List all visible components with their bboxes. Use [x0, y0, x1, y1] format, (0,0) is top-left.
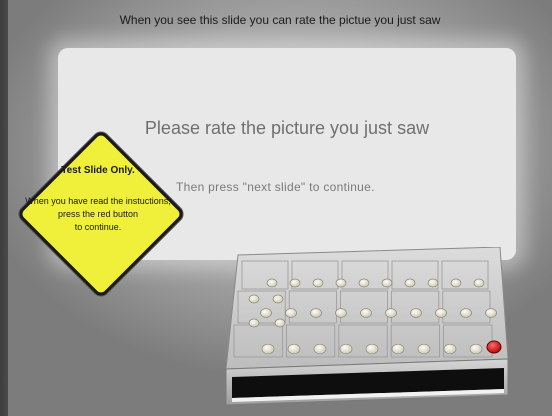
sign-line-3: to continue.: [74, 222, 122, 232]
warning-sign-text: Test Slide Only. When you have read the …: [18, 160, 178, 234]
screen-title: Please rate the picture you just saw: [144, 118, 430, 138]
keypad-button[interactable]: [248, 294, 260, 304]
sign-line-2: press the red button: [57, 209, 139, 219]
left-edge-strip: [0, 0, 8, 416]
keypad-button[interactable]: [335, 308, 347, 318]
keypad-button[interactable]: [381, 278, 393, 288]
keypad-button[interactable]: [410, 308, 422, 318]
keypad-button[interactable]: [260, 308, 272, 318]
keypad-button[interactable]: [435, 308, 447, 318]
keypad-button[interactable]: [358, 278, 370, 288]
keypad-button[interactable]: [427, 278, 439, 288]
keypad-button[interactable]: [391, 343, 405, 355]
keypad-button[interactable]: [460, 308, 472, 318]
keypad-button[interactable]: [417, 343, 431, 355]
sign-title: Test Slide Only.: [61, 165, 135, 176]
scene: When you see this slide you can rate the…: [8, 0, 552, 416]
keypad-button[interactable]: [360, 308, 372, 318]
keypad-button[interactable]: [485, 308, 497, 318]
keypad-device: [218, 247, 508, 405]
keypad-button[interactable]: [285, 308, 297, 318]
keypad-button[interactable]: [248, 318, 260, 328]
keypad-graphic: [225, 247, 508, 405]
keypad-button[interactable]: [272, 294, 284, 304]
keypad-button[interactable]: [310, 308, 322, 318]
keypad-button[interactable]: [312, 278, 324, 288]
keypad-button[interactable]: [274, 318, 286, 328]
keypad-button[interactable]: [287, 343, 301, 355]
keypad-button[interactable]: [313, 343, 327, 355]
red-button[interactable]: [486, 340, 502, 354]
keypad-button[interactable]: [443, 343, 457, 355]
keypad-button[interactable]: [404, 278, 416, 288]
keypad-button[interactable]: [339, 343, 353, 355]
keypad-button[interactable]: [266, 278, 278, 288]
sign-line-1: When you have read the instuctions,: [25, 196, 171, 206]
sign-body: When you have read the instuctions, pres…: [18, 195, 178, 234]
keypad-button[interactable]: [473, 278, 485, 288]
keypad-button[interactable]: [365, 343, 379, 355]
keypad-button[interactable]: [289, 278, 301, 288]
keypad-button[interactable]: [469, 343, 483, 355]
header-instruction: When you see this slide you can rate the…: [119, 13, 441, 27]
keypad-button[interactable]: [450, 278, 462, 288]
keypad-button[interactable]: [385, 308, 397, 318]
screen-subtitle: Then press "next slide" to continue.: [176, 180, 375, 194]
keypad-button[interactable]: [335, 278, 347, 288]
keypad-button[interactable]: [261, 343, 275, 355]
